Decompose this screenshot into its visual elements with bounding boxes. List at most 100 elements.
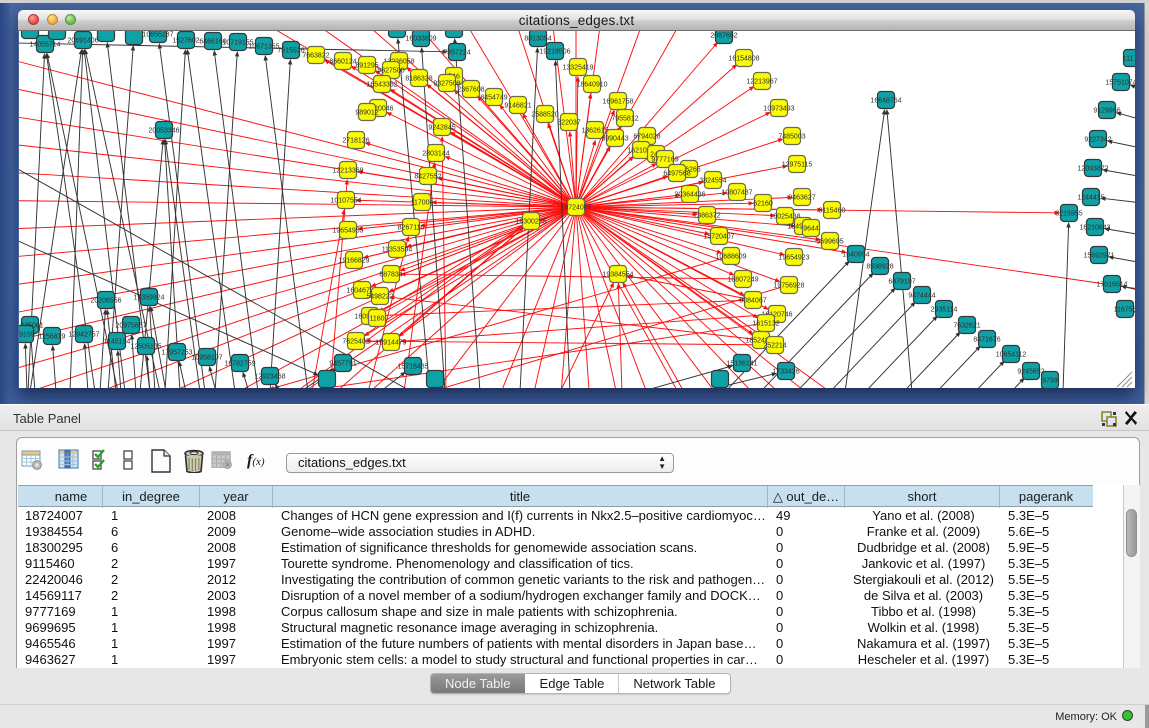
svg-text:7485003: 7485003 (778, 134, 805, 141)
svg-text:20364436: 20364436 (674, 192, 705, 199)
svg-text:2718126: 2718126 (342, 138, 369, 145)
svg-text:15720407: 15720407 (703, 234, 734, 241)
svg-text:6879197: 6879197 (888, 279, 915, 286)
svg-text:19756928: 19756928 (773, 283, 804, 290)
svg-text:8813054: 8813054 (524, 36, 551, 43)
svg-text:9129966: 9129966 (1093, 108, 1120, 115)
svg-text:9242845: 9242845 (428, 125, 455, 132)
svg-text:20975867: 20975867 (115, 323, 146, 330)
svg-text:12213967: 12213967 (746, 79, 777, 86)
svg-text:17957253: 17957253 (161, 350, 192, 357)
svg-text:7515526: 7515526 (277, 48, 304, 55)
svg-text:3824554: 3824554 (699, 178, 726, 185)
svg-text:2935114: 2935114 (931, 307, 958, 314)
svg-text:9777169: 9777169 (651, 157, 678, 164)
svg-text:1362615: 1362615 (581, 128, 608, 135)
svg-text:9227342: 9227342 (1084, 137, 1111, 144)
svg-text:2803144: 2803144 (422, 151, 449, 158)
svg-text:10107554: 10107554 (330, 198, 361, 205)
svg-text:11173: 11173 (1123, 56, 1135, 63)
svg-text:19384554: 19384554 (602, 272, 633, 279)
svg-text:1156819: 1156819 (39, 334, 66, 341)
svg-text:8660124: 8660124 (329, 59, 356, 66)
svg-text:10671355: 10671355 (248, 44, 279, 51)
svg-text:7955812: 7955812 (611, 116, 638, 123)
svg-text:16782759: 16782759 (224, 361, 255, 368)
svg-text:9457791: 9457791 (329, 361, 356, 368)
svg-text:9115460: 9115460 (819, 208, 846, 215)
svg-text:8267110: 8267110 (398, 225, 425, 232)
svg-text:7386372: 7386372 (693, 213, 720, 220)
svg-text:7632621: 7632621 (953, 323, 980, 330)
svg-text:16154808: 16154808 (728, 56, 759, 63)
svg-text:10807487: 10807487 (721, 190, 752, 197)
svg-text:12213369: 12213369 (332, 168, 363, 175)
svg-text:116753: 116753 (1114, 307, 1135, 314)
svg-text:12975115: 12975115 (782, 162, 813, 169)
svg-text:8427552: 8427552 (414, 174, 441, 181)
svg-text:117004: 117004 (411, 200, 434, 207)
svg-text:7625402: 7625402 (342, 339, 369, 346)
svg-text:7663822: 7663822 (302, 53, 329, 60)
svg-text:9699695: 9699695 (816, 239, 843, 246)
svg-text:15136141: 15136141 (726, 361, 757, 368)
svg-text:15751074: 15751074 (1105, 80, 1135, 87)
svg-text:2367608: 2367608 (457, 87, 484, 94)
svg-text:19166829: 19166829 (338, 258, 369, 265)
svg-text:11353594: 11353594 (382, 247, 413, 254)
svg-text:18724007: 18724007 (560, 205, 591, 212)
svg-text:14055714: 14055714 (29, 42, 60, 49)
svg-text:20053346: 20053346 (148, 128, 179, 135)
svg-text:16033809: 16033809 (405, 36, 436, 43)
svg-text:7857224: 7857224 (443, 50, 470, 57)
svg-text:887834: 887834 (379, 272, 402, 279)
svg-text:1640954: 1640954 (842, 252, 869, 259)
svg-text:10973493: 10973493 (763, 106, 794, 113)
svg-text:9474444: 9474444 (908, 293, 935, 300)
svg-text:822037: 822037 (557, 120, 580, 127)
svg-text:891295: 891295 (355, 63, 378, 70)
svg-text:12093872: 12093872 (1077, 166, 1108, 173)
svg-text:39159: 39159 (19, 332, 35, 339)
svg-text:18807249: 18807249 (727, 277, 758, 284)
svg-text:9799: 9799 (1042, 378, 1058, 385)
svg-text:6990443: 6990443 (601, 136, 628, 143)
svg-text:989012: 989012 (355, 110, 378, 117)
svg-text:18300295: 18300295 (515, 219, 546, 226)
svg-text:12942757: 12942757 (68, 332, 99, 339)
svg-text:12505135: 12505135 (130, 344, 161, 351)
svg-text:1244415: 1244415 (1077, 195, 1104, 202)
svg-text:8454749: 8454749 (480, 95, 507, 102)
svg-text:9245652: 9245652 (1017, 369, 1044, 376)
svg-text:1527602: 1527602 (172, 38, 199, 45)
svg-text:19654923: 19654923 (778, 255, 809, 262)
svg-text:20691406: 20691406 (67, 38, 98, 45)
svg-text:2588520: 2588520 (531, 112, 558, 119)
svg-text:1615132: 1615132 (752, 321, 779, 328)
svg-text:62160: 62160 (753, 201, 773, 208)
svg-text:8471676: 8471676 (973, 337, 1000, 344)
svg-text:6794028: 6794028 (633, 134, 660, 141)
svg-text:9463627: 9463627 (788, 195, 815, 202)
svg-text:20206556: 20206556 (90, 298, 121, 305)
svg-text:2087662: 2087662 (710, 33, 737, 40)
svg-text:16648764: 16648764 (870, 98, 901, 105)
svg-text:15718485: 15718485 (397, 364, 428, 371)
svg-text:3215955: 3215955 (1055, 211, 1082, 218)
svg-text:12923468: 12923468 (254, 374, 285, 381)
svg-text:10654112: 10654112 (996, 352, 1027, 359)
svg-text:9827500: 9827500 (377, 68, 404, 75)
svg-text:10688609: 10688609 (715, 254, 746, 261)
svg-text:1733426: 1733426 (772, 369, 799, 376)
svg-text:8186328: 8186328 (405, 76, 432, 83)
svg-text:19654955: 19654955 (332, 228, 363, 235)
svg-text:19218506: 19218506 (539, 49, 570, 56)
svg-text:5498222: 5498222 (366, 294, 393, 301)
svg-text:1160: 1160 (369, 316, 384, 323)
svg-text:6497568: 6497568 (663, 171, 690, 178)
svg-text:9146821: 9146821 (504, 103, 531, 110)
svg-text:16210643: 16210643 (1079, 225, 1110, 232)
svg-text:17359924: 17359924 (133, 295, 164, 302)
svg-text:1145194: 1145194 (104, 339, 131, 346)
svg-text:9084067: 9084067 (739, 298, 766, 305)
